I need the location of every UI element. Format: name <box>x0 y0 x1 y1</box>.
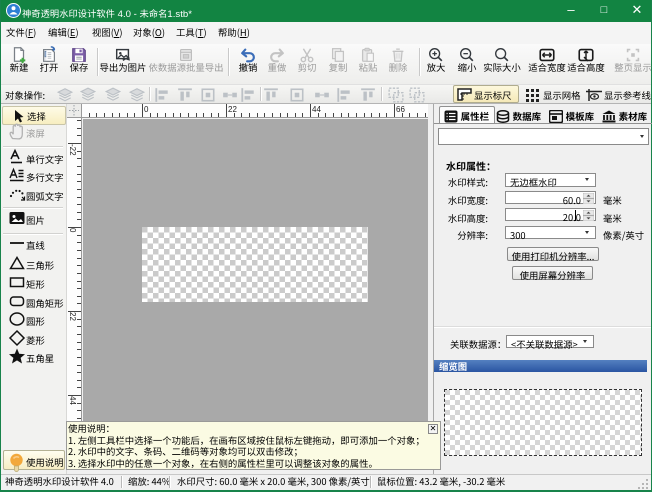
svg-text:22: 22 <box>68 312 77 321</box>
svg-text:44: 44 <box>68 396 77 405</box>
svg-text:0: 0 <box>68 228 77 233</box>
svg-text:-22: -22 <box>68 144 77 156</box>
